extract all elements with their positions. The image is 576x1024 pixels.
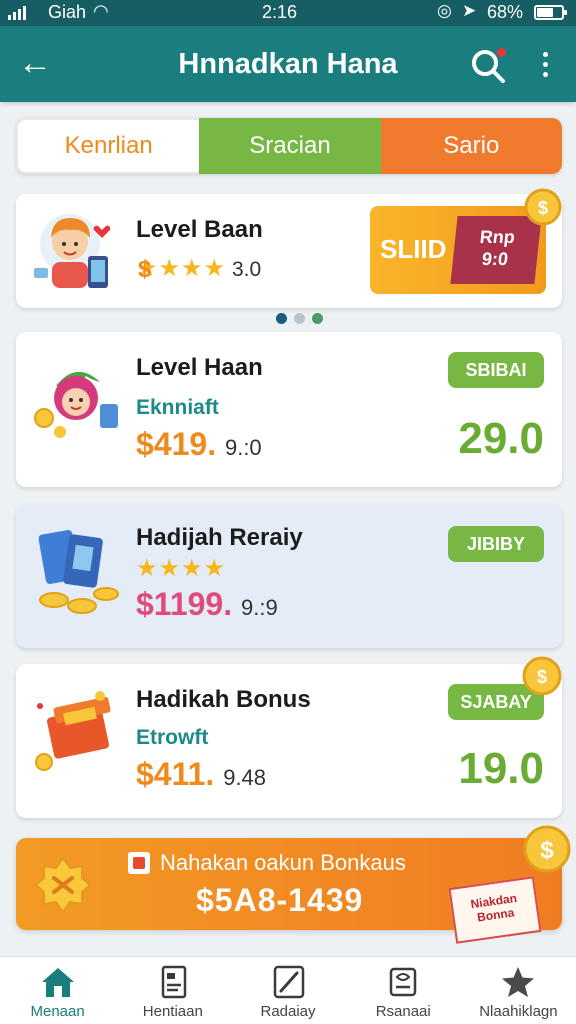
svg-text:$: $	[538, 198, 548, 218]
status-time: 2:16	[262, 2, 298, 22]
carousel-dot-3	[312, 313, 323, 324]
promo-code: $5A8-1439	[196, 882, 364, 918]
dollar-icon: $	[138, 256, 152, 283]
edit-icon	[273, 965, 305, 999]
item-subtitle: Etrowft	[136, 726, 209, 749]
nav-menaan[interactable]: Menaan	[0, 957, 115, 1024]
banner-text: SLIID	[380, 234, 447, 264]
nav-nlaahiklagn[interactable]: Nlaahiklagn	[461, 957, 576, 1024]
bonus-promo-banner[interactable]: Nahakan oakun Bonkaus $5A8-1439 Niakdan …	[16, 825, 571, 944]
item-stars: ★★★★	[136, 555, 227, 582]
item-name: Hadijah Reraiy	[136, 524, 303, 551]
signal-icon	[8, 6, 26, 20]
status-bar: Giah ◠ 2:16 ◎ ➤ 68%	[0, 0, 576, 26]
svg-text:$: $	[540, 837, 554, 864]
nav-radaiay[interactable]: Radaiay	[230, 957, 345, 1024]
featured-rating: 3.0	[232, 258, 262, 281]
voucher-icon	[389, 967, 417, 997]
item-subtitle: Eknniaft	[136, 396, 219, 419]
wifi-icon: ◠	[93, 1, 109, 21]
carrier-name: Giah	[48, 2, 87, 22]
item-price: $419. 9.:0	[136, 426, 262, 462]
svg-text:$: $	[537, 667, 547, 687]
reward-card-level-haan[interactable]: Level Haan Eknniaft $419. 9.:0 SBIBAI 29…	[16, 332, 562, 487]
character-illustration	[34, 371, 118, 438]
promo-ticket: Niakdan Bonna	[448, 876, 542, 944]
reward-card-hadikah-bonus[interactable]: Hadikah Bonus Etrowft $411. 9.48 SJABAY …	[16, 656, 562, 818]
search-button[interactable]	[468, 46, 508, 86]
carousel-dot-1	[276, 313, 287, 324]
item-badge[interactable]: SBIBAI	[448, 352, 544, 388]
star-icon	[502, 967, 535, 997]
reward-card-hadijah-reraiy[interactable]: Hadijah Reraiy ★★★★ $1199. 9.:9 JIBIBY	[16, 504, 562, 648]
notification-dot	[495, 46, 508, 59]
coin-icon: $	[523, 825, 571, 873]
alarm-icon: ◎	[437, 1, 452, 20]
item-value: 29.0	[458, 414, 544, 463]
tab-sracian[interactable]: Sracian	[199, 118, 381, 174]
promo-title: Nahakan oakun Bonkaus	[160, 850, 406, 875]
document-icon	[161, 965, 187, 999]
battery-icon	[534, 5, 567, 20]
battery-percent: 68%	[487, 2, 524, 22]
banner-stamp: Rnp 9:0	[450, 216, 542, 284]
carousel-dot-2	[294, 313, 305, 324]
more-vertical-icon[interactable]	[532, 44, 558, 84]
item-price: $1199. 9.:9	[136, 586, 278, 622]
home-icon	[41, 968, 74, 997]
app-bar: ← Hnnadkan Hana	[0, 26, 576, 102]
cards-coins-illustration	[38, 530, 119, 614]
promo-banner[interactable]: SLIID Rnp 9:0	[370, 206, 546, 294]
featured-card[interactable]: Level Baan ★★★★ $ 3.0 SLIID Rnp 9:0 $	[16, 188, 562, 308]
nav-rsanaai[interactable]: Rsanaai	[346, 957, 461, 1024]
item-badge[interactable]: JIBIBY	[448, 526, 544, 562]
treasure-box-illustration	[35, 691, 111, 771]
category-tabs: Kenrlian Sracian Sario	[16, 118, 562, 174]
item-name: Level Haan	[136, 354, 263, 381]
carousel-indicator[interactable]	[276, 313, 323, 324]
coin-icon: $	[522, 656, 562, 696]
featured-name: Level Baan	[136, 216, 263, 243]
avatar-illustration	[34, 214, 111, 288]
nav-hentiaan[interactable]: Hentiaan	[115, 957, 230, 1024]
coin-icon: $	[524, 188, 562, 226]
gift-icon	[128, 852, 150, 874]
item-value: 19.0	[458, 744, 544, 793]
badge-star-icon	[34, 856, 92, 914]
item-price: $411. 9.48	[136, 756, 267, 792]
tab-sario[interactable]: Sario	[380, 118, 562, 174]
item-name: Hadikah Bonus	[136, 686, 311, 713]
bottom-navigation: Menaan Hentiaan Radaiay Rsanaai Nlaahikl…	[0, 956, 576, 1024]
location-icon: ➤	[462, 1, 477, 20]
tab-kenrlian[interactable]: Kenrlian	[16, 118, 200, 174]
